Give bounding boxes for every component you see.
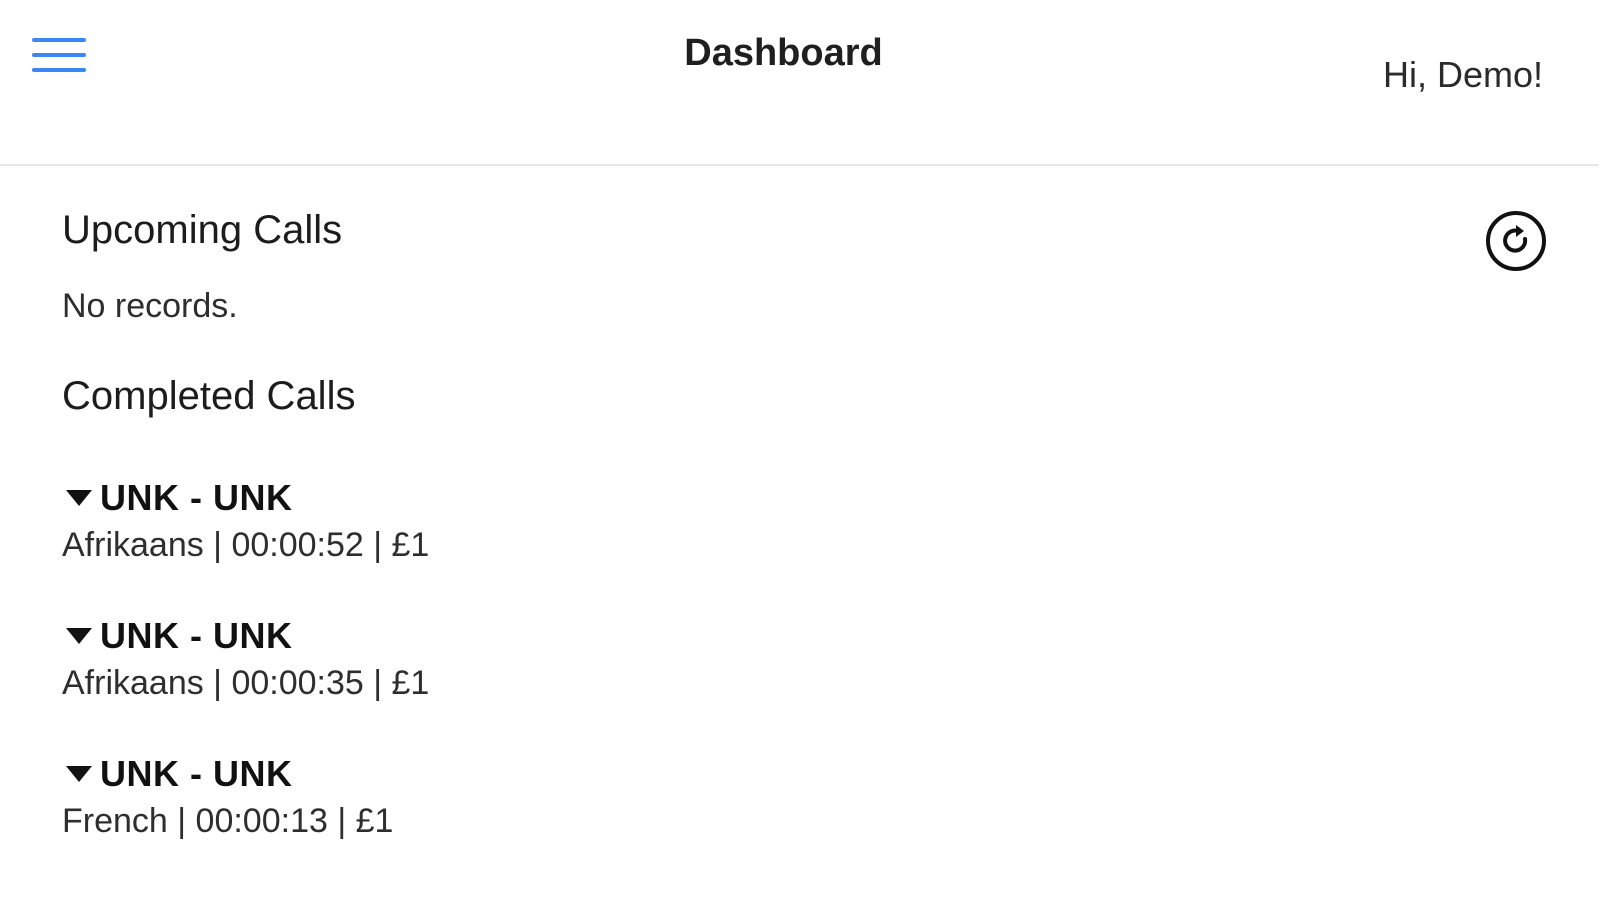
call-title: UNK - UNK bbox=[100, 753, 293, 794]
call-title: UNK - UNK bbox=[100, 477, 293, 518]
call-item[interactable]: UNK - UNK French | 00:00:13 | £1 bbox=[62, 752, 1462, 846]
caret-down-icon bbox=[66, 490, 92, 506]
main-content: Upcoming Calls No records. Completed Cal… bbox=[62, 200, 1462, 890]
upcoming-calls-title: Upcoming Calls bbox=[62, 208, 343, 252]
caret-down-icon bbox=[66, 628, 92, 644]
caret-down-icon bbox=[66, 766, 92, 782]
refresh-icon bbox=[1486, 211, 1546, 271]
top-bar: Dashboard Hi, Demo! bbox=[0, 0, 1599, 166]
call-details: French | 00:00:13 | £1 bbox=[62, 802, 394, 840]
completed-calls-section: Completed Calls UNK - UNK Afrikaans | 00… bbox=[62, 366, 1462, 846]
call-item-header[interactable]: UNK - UNK bbox=[62, 476, 1462, 520]
completed-calls-list: UNK - UNK Afrikaans | 00:00:52 | £1 UNK … bbox=[62, 476, 1462, 846]
call-details: Afrikaans | 00:00:35 | £1 bbox=[62, 664, 430, 702]
page-title: Dashboard bbox=[684, 32, 883, 74]
upcoming-empty-text: No records. bbox=[62, 287, 238, 325]
call-item[interactable]: UNK - UNK Afrikaans | 00:00:52 | £1 bbox=[62, 476, 1462, 570]
call-title: UNK - UNK bbox=[100, 615, 293, 656]
completed-calls-title: Completed Calls bbox=[62, 374, 356, 418]
upcoming-calls-section: Upcoming Calls No records. bbox=[62, 200, 1462, 330]
call-item-header[interactable]: UNK - UNK bbox=[62, 752, 1462, 796]
call-item-header[interactable]: UNK - UNK bbox=[62, 614, 1462, 658]
user-greeting: Hi, Demo! bbox=[1382, 54, 1543, 95]
call-item[interactable]: UNK - UNK Afrikaans | 00:00:35 | £1 bbox=[62, 614, 1462, 708]
refresh-button[interactable] bbox=[1485, 210, 1547, 272]
app-root: Dashboard Hi, Demo! Upcoming Calls No re… bbox=[0, 0, 1599, 900]
call-details: Afrikaans | 00:00:52 | £1 bbox=[62, 526, 430, 564]
